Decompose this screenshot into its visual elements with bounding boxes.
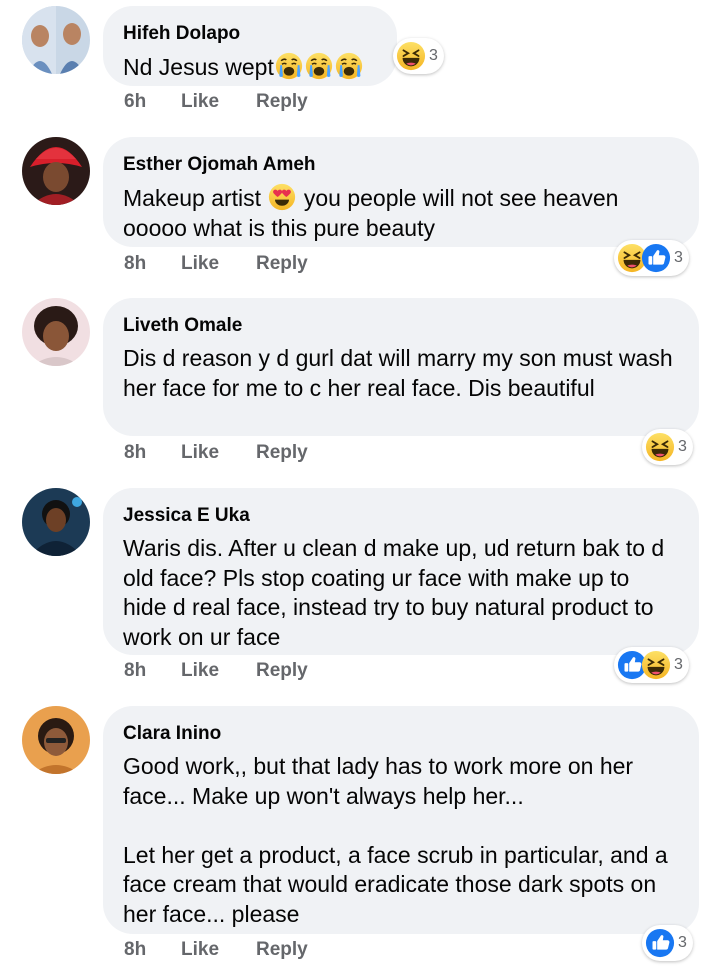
comment-actions: 8h Like Reply xyxy=(124,658,308,684)
like-reaction-icon xyxy=(645,928,675,958)
comment-bubble: Hifeh Dolapo Nd Jesus wept xyxy=(103,6,397,86)
crying-emoji-icon xyxy=(305,52,333,80)
comment-text: Makeup artist you people will not see he… xyxy=(123,183,619,241)
haha-reaction-icon xyxy=(641,650,671,680)
reaction-count: 3 xyxy=(678,438,687,455)
comment-timestamp[interactable]: 8h xyxy=(124,939,181,961)
reaction-summary[interactable]: 3 xyxy=(393,38,444,74)
comment-bubble: Jessica E Uka Waris dis. After u clean d… xyxy=(103,488,699,655)
reply-link[interactable]: Reply xyxy=(256,442,308,464)
like-link[interactable]: Like xyxy=(181,442,256,464)
comment-timestamp[interactable]: 8h xyxy=(124,660,181,682)
reaction-count: 3 xyxy=(674,249,683,266)
like-link[interactable]: Like xyxy=(181,939,256,961)
avatar[interactable] xyxy=(22,137,90,205)
comment-timestamp[interactable]: 8h xyxy=(124,253,181,275)
like-link[interactable]: Like xyxy=(181,253,256,275)
heart-eyes-emoji-icon xyxy=(268,183,296,211)
reply-link[interactable]: Reply xyxy=(256,253,308,275)
like-link[interactable]: Like xyxy=(181,660,256,682)
haha-reaction-icon xyxy=(396,41,426,71)
reply-link[interactable]: Reply xyxy=(256,939,308,961)
crying-emoji-icon xyxy=(335,52,363,80)
avatar[interactable] xyxy=(22,298,90,366)
comment-text: Waris dis. After u clean d make up, ud r… xyxy=(123,535,665,650)
comment-text: Dis d reason y d gurl dat will marry my … xyxy=(123,345,673,401)
reply-link[interactable]: Reply xyxy=(256,91,308,113)
comment-bubble: Esther Ojomah Ameh Makeup artist you peo… xyxy=(103,137,699,247)
reaction-summary[interactable]: 3 xyxy=(614,647,689,683)
reaction-count: 3 xyxy=(678,934,687,951)
comment-actions: 8h Like Reply xyxy=(124,937,308,963)
comment-timestamp[interactable]: 8h xyxy=(124,442,181,464)
reaction-summary[interactable]: 3 xyxy=(642,925,693,961)
crying-emoji-icon xyxy=(275,52,303,80)
like-reaction-icon xyxy=(641,243,671,273)
comment-author[interactable]: Hifeh Dolapo xyxy=(123,22,375,46)
comment-text: Good work,, but that lady has to work mo… xyxy=(123,753,668,927)
avatar[interactable] xyxy=(22,706,90,774)
comment-author[interactable]: Clara Inino xyxy=(123,722,677,746)
comment-actions: 8h Like Reply xyxy=(124,440,308,466)
haha-reaction-icon xyxy=(645,432,675,462)
comment-author[interactable]: Esther Ojomah Ameh xyxy=(123,153,677,177)
comment-text: Nd Jesus wept xyxy=(123,52,375,83)
avatar[interactable] xyxy=(22,6,90,74)
comment-author[interactable]: Jessica E Uka xyxy=(123,504,677,528)
comment-bubble: Clara Inino Good work,, but that lady ha… xyxy=(103,706,699,934)
like-link[interactable]: Like xyxy=(181,91,256,113)
comment-author[interactable]: Liveth Omale xyxy=(123,314,677,338)
avatar[interactable] xyxy=(22,488,90,556)
comment-timestamp[interactable]: 6h xyxy=(124,91,181,113)
reaction-count: 3 xyxy=(429,47,438,64)
reaction-summary[interactable]: 3 xyxy=(614,240,689,276)
reaction-count: 3 xyxy=(674,656,683,673)
comment-actions: 6h Like Reply xyxy=(124,89,308,115)
comment-actions: 8h Like Reply xyxy=(124,251,308,277)
reply-link[interactable]: Reply xyxy=(256,660,308,682)
reaction-summary[interactable]: 3 xyxy=(642,429,693,465)
comment-bubble: Liveth Omale Dis d reason y d gurl dat w… xyxy=(103,298,699,436)
